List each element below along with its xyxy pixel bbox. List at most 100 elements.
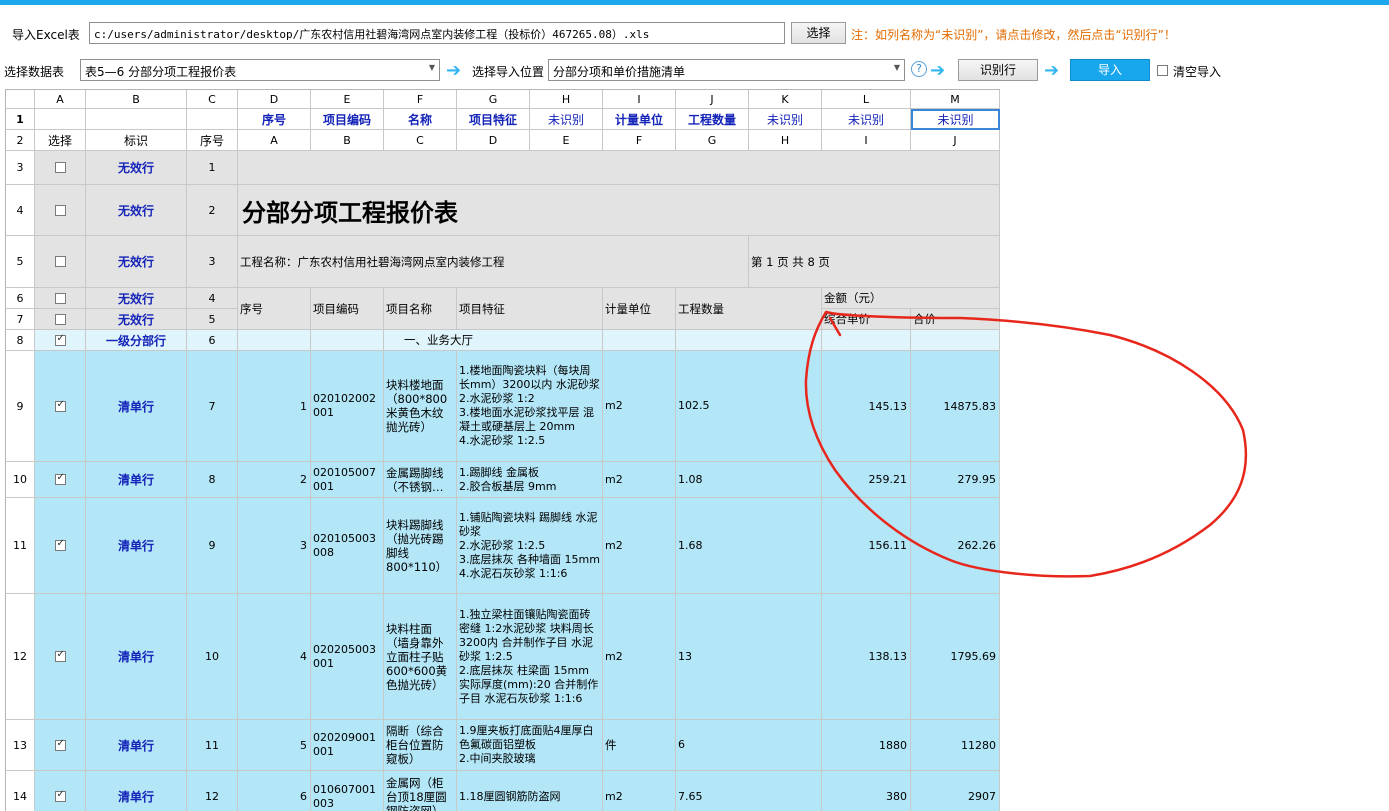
row-tag[interactable]: 无效行: [86, 309, 187, 330]
col-header[interactable]: A: [35, 90, 86, 109]
row-header[interactable]: 9: [6, 351, 35, 462]
row-select-checkbox[interactable]: [54, 333, 66, 346]
item-unit: 件: [603, 720, 676, 771]
source-column: H: [749, 130, 822, 151]
col-header[interactable]: M: [911, 90, 1000, 109]
row-header[interactable]: 12: [6, 594, 35, 720]
row-header[interactable]: 4: [6, 185, 35, 236]
row-select-checkbox[interactable]: [54, 162, 66, 173]
item-name: 块料楼地面（800*800米黄色木纹抛光砖）: [384, 351, 457, 462]
row-tag[interactable]: 无效行: [86, 288, 187, 309]
field-name-cell[interactable]: 序号: [238, 109, 311, 130]
item-unit: m2: [603, 771, 676, 811]
identify-row-button[interactable]: 识别行: [958, 59, 1038, 81]
row-select-checkbox[interactable]: [54, 399, 66, 412]
col-header[interactable]: C: [187, 90, 238, 109]
select-cell: [35, 330, 86, 351]
row-tag[interactable]: 清单行: [86, 771, 187, 811]
item-feature: 1.18厘圆钢筋防盗网: [457, 771, 603, 811]
col-header[interactable]: E: [311, 90, 384, 109]
clear-import-checkbox[interactable]: [1157, 65, 1168, 76]
dropdown-arrow-icon[interactable]: ▼: [894, 63, 900, 72]
row-header[interactable]: 7: [6, 309, 35, 330]
item-unit-price: 259.21: [822, 462, 911, 498]
source-column: F: [603, 130, 676, 151]
col-header[interactable]: L: [822, 90, 911, 109]
field-name-cell[interactable]: 未识别: [530, 109, 603, 130]
row-header[interactable]: 8: [6, 330, 35, 351]
file-path-input[interactable]: c:/users/administrator/desktop/广东农村信用社碧海…: [89, 22, 785, 44]
import-button[interactable]: 导入: [1070, 59, 1150, 81]
row-header[interactable]: 13: [6, 720, 35, 771]
field-name-cell[interactable]: 未识别: [749, 109, 822, 130]
row-tag[interactable]: 无效行: [86, 236, 187, 288]
row-header[interactable]: 3: [6, 151, 35, 185]
row-tag[interactable]: 一级分部行: [86, 330, 187, 351]
field-name-cell[interactable]: 名称: [384, 109, 457, 130]
item-unit: m2: [603, 351, 676, 462]
source-column: A: [238, 130, 311, 151]
row-tag[interactable]: 清单行: [86, 498, 187, 594]
field-name-cell[interactable]: 项目特征: [457, 109, 530, 130]
row-select-checkbox[interactable]: [54, 472, 66, 485]
sheet-select[interactable]: 表5—6 分部分项工程报价表 ▼: [80, 59, 440, 81]
row-select-checkbox[interactable]: [54, 789, 66, 802]
row-select-checkbox[interactable]: [54, 204, 66, 216]
row-select-checkbox[interactable]: [54, 313, 66, 325]
select-cell: [35, 151, 86, 185]
dropdown-arrow-icon[interactable]: ▼: [429, 63, 435, 72]
row-select-checkbox[interactable]: [54, 649, 66, 662]
item-feature: 1.楼地面陶瓷块料（每块周长mm）3200以内 水泥砂浆 2.水泥砂浆 1:2 …: [457, 351, 603, 462]
col-header[interactable]: F: [384, 90, 457, 109]
field-name-cell[interactable]: 工程数量: [676, 109, 749, 130]
row-header[interactable]: 10: [6, 462, 35, 498]
item-total: 1795.69: [911, 594, 1000, 720]
choose-file-button[interactable]: 选择: [791, 22, 846, 44]
page-info: 第 1 页 共 8 页: [749, 236, 1000, 288]
row-select-checkbox[interactable]: [54, 256, 66, 267]
row-tag[interactable]: 无效行: [86, 151, 187, 185]
data-cell-empty: [311, 330, 384, 351]
row-select-checkbox[interactable]: [54, 292, 66, 304]
col-header[interactable]: J: [676, 90, 749, 109]
corner-cell[interactable]: [6, 90, 35, 109]
item-qty: 1.68: [676, 498, 822, 594]
row-header[interactable]: 11: [6, 498, 35, 594]
row-seq: 9: [187, 498, 238, 594]
col-header[interactable]: G: [457, 90, 530, 109]
col-header[interactable]: I: [603, 90, 676, 109]
row-header[interactable]: 1: [6, 109, 35, 130]
header-unit-price: 综合单价: [822, 309, 911, 330]
row-header[interactable]: 5: [6, 236, 35, 288]
field-name-cell[interactable]: 项目编码: [311, 109, 384, 130]
position-select[interactable]: 分部分项和单价措施清单 ▼: [548, 59, 905, 81]
item-qty: 1.08: [676, 462, 822, 498]
row-tag[interactable]: 清单行: [86, 720, 187, 771]
col-header[interactable]: D: [238, 90, 311, 109]
item-total: 262.26: [911, 498, 1000, 594]
import-grid: A B C D E F G H I J K L M 1 序号 项目编码 名称 项…: [5, 89, 1000, 811]
item-code: 020205003001: [311, 594, 384, 720]
item-feature: 1.独立梁柱面镶贴陶瓷面砖密缝 1:2水泥砂浆 块料周长3200内 合并制作子目…: [457, 594, 603, 720]
row-seq: 3: [187, 236, 238, 288]
item-name: 金属网（柜台顶18厘圆钢防盗网）: [384, 771, 457, 811]
row-tag[interactable]: 清单行: [86, 351, 187, 462]
col-header[interactable]: B: [86, 90, 187, 109]
item-qty: 7.65: [676, 771, 822, 811]
field-name-cell[interactable]: 计量单位: [603, 109, 676, 130]
col-header[interactable]: H: [530, 90, 603, 109]
help-icon[interactable]: ?: [911, 61, 927, 77]
row-tag[interactable]: 无效行: [86, 185, 187, 236]
row-select-checkbox[interactable]: [54, 538, 66, 551]
row-header[interactable]: 14: [6, 771, 35, 811]
row-tag[interactable]: 清单行: [86, 594, 187, 720]
item-name: 隔断（综合柜台位置防窥板）: [384, 720, 457, 771]
col-header[interactable]: K: [749, 90, 822, 109]
field-name-cell-selected[interactable]: 未识别: [911, 109, 1000, 130]
row-tag[interactable]: 清单行: [86, 462, 187, 498]
item-code: 020102002001: [311, 351, 384, 462]
row-select-checkbox[interactable]: [54, 738, 66, 751]
row-header[interactable]: 6: [6, 288, 35, 309]
row-header[interactable]: 2: [6, 130, 35, 151]
field-name-cell[interactable]: 未识别: [822, 109, 911, 130]
